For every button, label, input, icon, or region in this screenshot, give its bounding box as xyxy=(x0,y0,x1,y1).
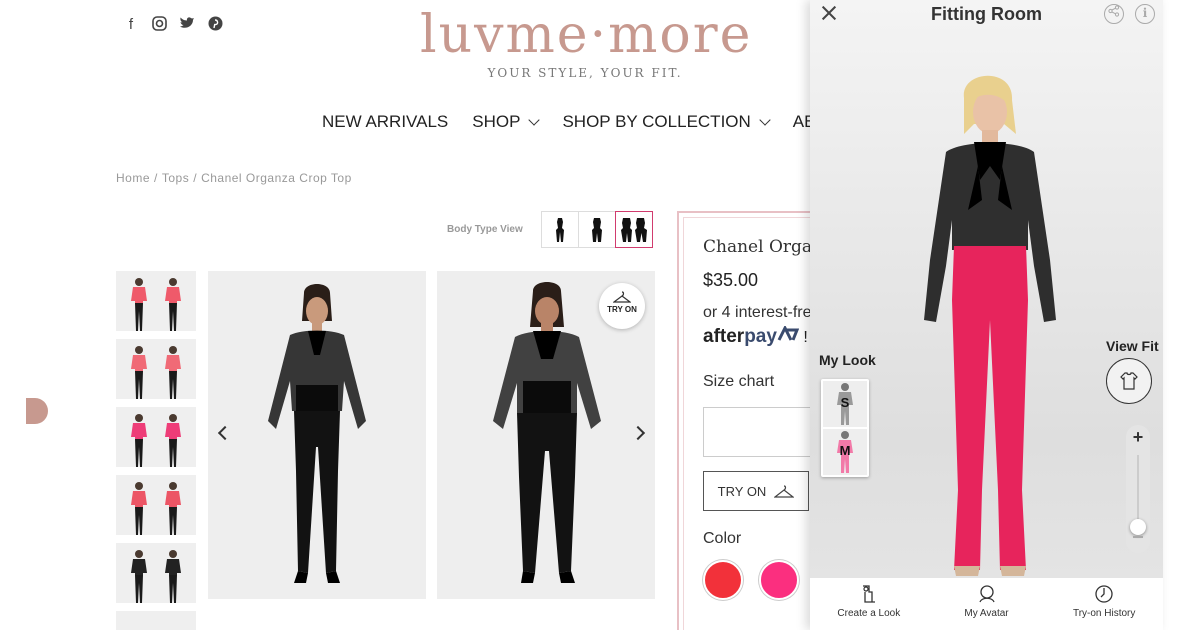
chevron-down-icon xyxy=(759,114,771,126)
look-item-bottom[interactable]: M xyxy=(823,429,867,475)
hanger-icon xyxy=(774,484,795,498)
tab-my-avatar[interactable]: My Avatar xyxy=(928,578,1046,630)
nav-new-arrivals[interactable]: NEW ARRIVALS xyxy=(322,112,448,132)
curvy-body-icon xyxy=(621,217,647,242)
model-figure xyxy=(165,278,181,331)
model-figure xyxy=(131,278,147,331)
product-info-panel: Chanel Organ $35.00 or 4 interest-fre af… xyxy=(677,211,817,630)
breadcrumb-home[interactable]: Home xyxy=(116,171,150,185)
social-links: f xyxy=(122,16,224,34)
try-on-button-label: TRY ON xyxy=(717,483,767,499)
create-look-icon xyxy=(862,585,875,603)
product-price: $35.00 xyxy=(703,270,759,290)
twitter-icon[interactable] xyxy=(178,16,196,34)
body-type-slim-button[interactable] xyxy=(541,211,579,248)
model-figure xyxy=(131,550,147,603)
tab-label: My Avatar xyxy=(964,608,1009,619)
try-on-button[interactable]: TRY ON xyxy=(703,471,809,511)
model-figure xyxy=(131,414,147,467)
look-size-label: M xyxy=(839,443,851,458)
facebook-icon[interactable]: f xyxy=(122,16,140,34)
view-fit-button[interactable] xyxy=(1106,358,1152,404)
body-type-selector xyxy=(541,211,653,248)
instagram-icon[interactable] xyxy=(150,16,168,34)
afterpay-logo[interactable]: afterpay ! xyxy=(703,324,808,348)
share-icon[interactable] xyxy=(1104,4,1124,24)
thumbnail-image[interactable] xyxy=(116,271,196,331)
chevron-down-icon xyxy=(528,114,541,126)
zoom-slider[interactable]: + xyxy=(1126,425,1150,553)
avatar-icon xyxy=(978,585,995,603)
hanger-icon xyxy=(613,291,631,303)
model-figure xyxy=(165,482,181,535)
tab-label: Create a Look xyxy=(837,608,901,619)
body-type-view-label: Body Type View xyxy=(447,224,523,235)
my-look-list: S M xyxy=(821,379,869,477)
3d-avatar[interactable] xyxy=(910,70,1070,580)
nav-label: NEW ARRIVALS xyxy=(322,112,449,131)
product-title: Chanel Organ xyxy=(703,237,817,257)
nav-shop[interactable]: SHOP xyxy=(472,112,541,132)
tab-create-a-look[interactable]: Create a Look xyxy=(810,578,928,630)
tab-try-on-history[interactable]: Try-on History xyxy=(1045,578,1163,630)
color-label: Color xyxy=(703,530,742,547)
look-size-label: S xyxy=(840,395,850,410)
thumbnail-image[interactable] xyxy=(116,543,196,603)
zoom-handle[interactable] xyxy=(1130,519,1146,535)
zoom-out-button[interactable] xyxy=(1133,536,1143,538)
logo-wordmark: luvme·more xyxy=(420,5,753,65)
afterpay-wordmark-pay: pay xyxy=(744,326,777,347)
main-nav: NEW ARRIVALS SHOP SHOP BY COLLECTION ABO… xyxy=(322,112,841,132)
model-photo xyxy=(268,284,366,583)
color-swatch-red[interactable] xyxy=(703,560,743,600)
nav-shop-by-collection[interactable]: SHOP BY COLLECTION xyxy=(562,112,771,132)
nav-label: SHOP BY COLLECTION xyxy=(562,112,751,131)
color-swatch-pink[interactable] xyxy=(759,560,799,600)
side-tab-button[interactable] xyxy=(26,398,48,424)
size-select[interactable] xyxy=(703,407,817,457)
breadcrumb-current: Chanel Organza Crop Top xyxy=(201,171,352,185)
model-figure xyxy=(131,482,147,535)
body-type-curvy-button[interactable] xyxy=(615,211,653,248)
size-chart-link[interactable]: Size chart xyxy=(703,373,774,391)
store-logo[interactable]: luvme·more YOUR STYLE, YOUR FIT. xyxy=(420,6,750,80)
zoom-in-button[interactable]: + xyxy=(1126,427,1150,448)
view-fit-label: View Fit xyxy=(1106,338,1159,354)
model-figure xyxy=(165,550,181,603)
clock-icon xyxy=(1095,585,1113,603)
breadcrumb-separator: / xyxy=(193,171,198,185)
info-icon[interactable]: i xyxy=(1135,4,1155,24)
fitting-room-panel: Fitting Room i My Look S M View Fit + Cr… xyxy=(810,0,1163,630)
model-figure xyxy=(165,414,181,467)
tab-label: Try-on History xyxy=(1072,608,1136,619)
nav-label: SHOP xyxy=(472,112,521,131)
shirt-icon xyxy=(1120,372,1138,390)
afterpay-wordmark: after xyxy=(703,326,745,347)
slim-body-icon xyxy=(556,217,564,242)
model-figure xyxy=(131,346,147,399)
thumbnail-image[interactable] xyxy=(116,475,196,535)
thumbnail-image[interactable] xyxy=(116,339,196,399)
model-figure xyxy=(165,346,181,399)
afterpay-arrows-icon xyxy=(777,324,800,341)
logo-tagline: YOUR STYLE, YOUR FIT. xyxy=(487,66,683,80)
my-look-label: My Look xyxy=(819,352,876,368)
try-on-badge-button[interactable]: TRY ON xyxy=(599,283,645,329)
fitting-room-tabs: Create a Look My Avatar Try-on History xyxy=(810,578,1163,630)
pinterest-icon[interactable] xyxy=(206,16,224,34)
thumbnail-list xyxy=(116,271,196,630)
breadcrumb: Home / Tops / Chanel Organza Crop Top xyxy=(116,171,352,185)
product-image-front[interactable] xyxy=(208,271,426,599)
body-type-average-button[interactable] xyxy=(578,211,616,248)
breadcrumb-tops[interactable]: Tops xyxy=(162,171,189,185)
thumbnail-image[interactable] xyxy=(116,407,196,467)
look-item-top[interactable]: S xyxy=(823,381,867,427)
afterpay-info-marker: ! xyxy=(798,329,808,346)
thumbnail-image[interactable] xyxy=(116,611,196,630)
average-body-icon xyxy=(592,217,602,242)
installment-text: or 4 interest-fre xyxy=(703,304,812,321)
breadcrumb-separator: / xyxy=(154,171,158,185)
try-on-badge-label: TRY ON xyxy=(607,305,637,314)
